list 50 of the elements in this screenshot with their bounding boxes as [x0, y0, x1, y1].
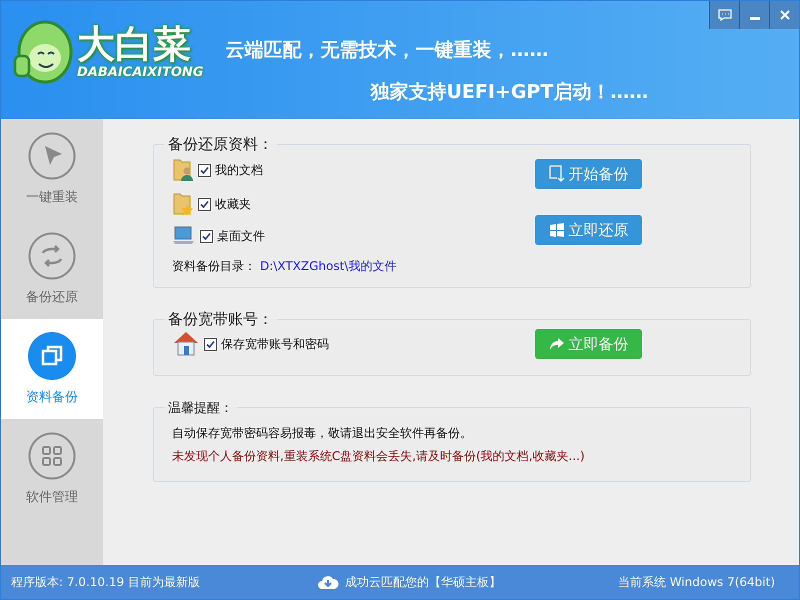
checkbox[interactable] — [198, 198, 211, 210]
checkbox-label: 桌面文件 — [217, 228, 265, 244]
warning-text: 未发现个人备份资料,重装系统C盘资料会丢失,请及时备份(我的文档,收藏夹...) — [172, 448, 586, 465]
minimize-button[interactable] — [739, 1, 769, 29]
checkbox-label: 我的文档 — [215, 162, 263, 178]
windows-logo-icon — [548, 222, 564, 238]
sidebar-item[interactable]: 一键重装 — [1, 119, 103, 219]
copy-icon — [28, 332, 76, 380]
share-arrow-icon — [548, 337, 564, 351]
slogan-text: 独家支持UEFI+GPT启动！…… — [370, 80, 648, 105]
checkbox[interactable] — [204, 338, 217, 350]
system-text: 当前系统 Windows 7(64bit) — [618, 574, 775, 590]
restore-button[interactable]: 立即还原 — [535, 215, 642, 245]
checkbox-label: 收藏夹 — [215, 196, 251, 212]
section-title: 备份还原资料： — [167, 135, 274, 154]
star-folder-icon — [172, 192, 194, 216]
cursor-icon — [28, 132, 76, 180]
sidebar-label: 一键重装 — [26, 189, 78, 206]
monitor-icon — [172, 226, 196, 246]
backup-button[interactable]: 开始备份 — [535, 159, 642, 189]
checkbox[interactable] — [198, 164, 211, 176]
cloud-download-icon — [316, 573, 339, 591]
section-title: 备份宽带账号： — [167, 310, 274, 329]
checkbox[interactable] — [200, 230, 213, 242]
grid-icon — [28, 432, 76, 480]
slogan-text: 云端匹配，无需技术，一键重装，…… — [225, 38, 550, 63]
save-icon — [548, 165, 564, 183]
close-icon — [778, 9, 790, 21]
tip-text: 自动保存宽带密码容易报毒，敬请退出安全软件再备份。 — [172, 425, 473, 442]
sidebar-label: 资料备份 — [26, 389, 78, 406]
sidebar-label: 软件管理 — [26, 489, 78, 506]
sidebar-label: 备份还原 — [26, 289, 78, 306]
sidebar-item[interactable]: 备份还原 — [1, 219, 103, 319]
directory-link[interactable]: D:\XTXZGhost\我的文件 — [260, 258, 396, 275]
minimize-icon — [750, 16, 760, 20]
logo-subtitle: DABAICAIXITONG — [77, 64, 204, 80]
sidebar-item[interactable]: 资料备份 — [1, 319, 103, 419]
section-title: 温馨提醒： — [167, 400, 234, 417]
feedback-button[interactable] — [709, 1, 739, 29]
sync-icon — [28, 232, 76, 280]
close-button[interactable] — [769, 1, 799, 29]
user-folder-icon — [172, 158, 194, 182]
sidebar-item[interactable]: 软件管理 — [1, 419, 103, 519]
version-text: 程序版本: 7.0.10.19 目前为最新版 — [11, 574, 200, 590]
logo-title: 大白菜 — [77, 22, 192, 64]
directory-label: 资料备份目录： — [172, 258, 256, 275]
backup-now-button[interactable]: 立即备份 — [535, 329, 642, 359]
match-text: 成功云匹配您的【华硕主板】 — [344, 574, 501, 590]
chat-icon — [718, 9, 732, 21]
checkbox-label: 保存宽带账号和密码 — [221, 336, 329, 352]
